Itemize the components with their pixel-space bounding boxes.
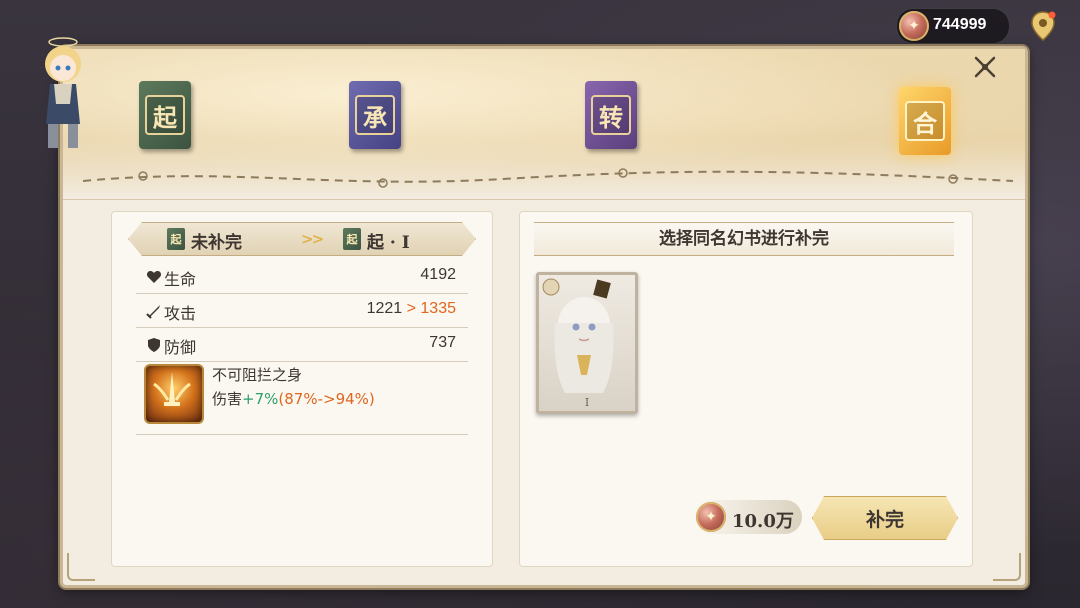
sword-wings-icon bbox=[153, 372, 191, 406]
map-pin-icon[interactable] bbox=[1030, 10, 1056, 42]
coin-icon: ✦ bbox=[696, 502, 726, 532]
stage-glyph: 起 bbox=[145, 95, 185, 135]
from-label: 未补完 bbox=[191, 233, 242, 253]
close-icon bbox=[974, 56, 996, 78]
divider bbox=[136, 434, 468, 435]
stage-book-3[interactable]: 转 bbox=[585, 81, 637, 149]
close-button[interactable] bbox=[971, 53, 999, 81]
map-path bbox=[83, 168, 1013, 188]
stage-glyph: 转 bbox=[591, 95, 631, 135]
skill-name: 不可阻拦之身 bbox=[212, 366, 303, 384]
stage-book-2[interactable]: 承 bbox=[349, 81, 401, 149]
skill-icon[interactable] bbox=[144, 364, 204, 424]
skill-description: 伤害+7%(87%->94%) bbox=[212, 390, 375, 408]
stage-map: 起 承 转 合 bbox=[63, 49, 1025, 200]
card-level: I bbox=[584, 396, 590, 409]
cost-display: ✦ 10.0万 bbox=[694, 500, 802, 534]
stage-book-4[interactable]: 合 bbox=[899, 87, 951, 155]
from-book-icon: 起 bbox=[167, 228, 185, 250]
currency-display: ✦ 744999 bbox=[896, 8, 1010, 44]
stat-value: 737 bbox=[429, 334, 456, 351]
stage-book-1[interactable]: 起 bbox=[139, 81, 191, 149]
stat-row-attack: 攻击 1221 > 1335 bbox=[136, 294, 468, 328]
stat-label: 防御 bbox=[164, 338, 197, 357]
stat-label: 生命 bbox=[164, 270, 197, 289]
shield-icon bbox=[148, 338, 160, 352]
selection-title: 选择同名幻书进行补完 bbox=[534, 222, 954, 256]
stat-label: 攻击 bbox=[164, 304, 197, 323]
character-portrait bbox=[542, 278, 614, 393]
stat-value: 4192 bbox=[420, 266, 456, 283]
frame-corner-ornament bbox=[993, 553, 1021, 581]
to-label: 起 · I bbox=[367, 233, 410, 253]
stage-glyph: 承 bbox=[355, 95, 395, 135]
arrow-icon: >> bbox=[301, 230, 323, 248]
book-card[interactable]: I bbox=[536, 272, 638, 414]
stat-row-hp: 生命 4192 bbox=[136, 260, 468, 294]
main-frame: 起 承 转 合 起 未补完 >> 起 起 · I 生命 4192 攻击 1221… bbox=[60, 46, 1028, 588]
frame-corner-ornament bbox=[67, 553, 95, 581]
stats-panel: 起 未补完 >> 起 起 · I 生命 4192 攻击 1221 > 1335 bbox=[111, 211, 493, 567]
sword-icon bbox=[146, 305, 160, 319]
upgrade-banner: 起 未补完 >> 起 起 · I bbox=[128, 222, 476, 256]
to-book-icon: 起 bbox=[343, 228, 361, 250]
stat-value: 1221 > 1335 bbox=[366, 300, 456, 317]
stat-row-defense: 防御 737 bbox=[136, 328, 468, 362]
cost-value: 10.0万 bbox=[732, 511, 794, 532]
stat-upgrade-value: > 1335 bbox=[406, 300, 456, 317]
selection-panel: 选择同名幻书进行补完 I ✦ 10.0万 补完 bbox=[519, 211, 973, 567]
complete-button[interactable]: 补完 bbox=[812, 496, 958, 540]
stage-glyph: 合 bbox=[905, 101, 945, 141]
coin-icon: ✦ bbox=[899, 11, 929, 41]
heart-icon bbox=[146, 271, 162, 283]
chibi-character[interactable] bbox=[34, 34, 92, 154]
currency-amount: 744999 bbox=[933, 16, 987, 33]
